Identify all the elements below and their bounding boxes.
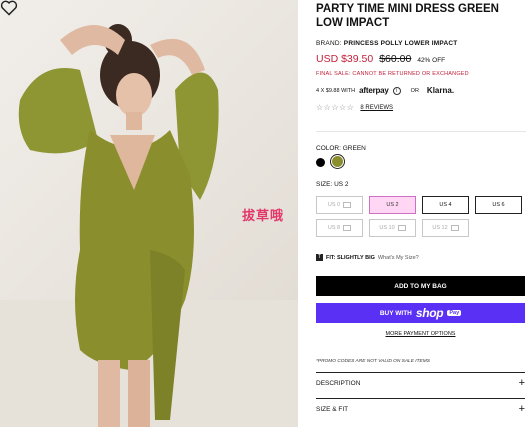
- size-label: SIZE: US 2: [316, 181, 349, 188]
- final-sale-notice: FINAL SALE: CANNOT BE RETURNED OR EXCHAN…: [316, 71, 469, 77]
- size-us-6[interactable]: US 6: [475, 196, 522, 214]
- product-image[interactable]: 拔草哦: [0, 0, 298, 427]
- klarna-logo[interactable]: Klarna.: [427, 86, 454, 95]
- size-us-2[interactable]: US 2: [369, 196, 416, 214]
- fit-info: T FIT: SLIGHTLY BIG What's My Size?: [316, 254, 419, 261]
- size-us-4[interactable]: US 4: [422, 196, 469, 214]
- product-title: PARTY TIME MINI DRESS GREEN LOW IMPACT: [316, 3, 499, 29]
- or-text: OR: [410, 87, 419, 94]
- size-us-8[interactable]: US 8: [316, 219, 363, 237]
- color-label-text: COLOR:: [316, 145, 341, 152]
- pay-badge: Pay: [447, 310, 462, 316]
- brand-label: BRAND:: [316, 40, 342, 47]
- shop-logo: shop: [415, 306, 444, 320]
- size-us-10[interactable]: US 10: [369, 219, 416, 237]
- size-option-label: US 12: [432, 225, 448, 231]
- plus-icon: +: [518, 376, 525, 389]
- original-price: $60.00: [379, 53, 412, 65]
- size-option-label: US 4: [439, 202, 452, 208]
- reviews-link[interactable]: 8 REVIEWS: [360, 105, 393, 111]
- accordion-label: SIZE & FIT: [316, 405, 349, 413]
- brand-link[interactable]: PRINCESS POLLY LOWER IMPACT: [344, 40, 458, 47]
- accordion-label: DESCRIPTION: [316, 379, 361, 387]
- buy-with-text: BUY WITH: [379, 309, 412, 317]
- promo-note: *PROMO CODES ARE NOT VALID ON SALE ITEMS: [316, 359, 430, 364]
- accordion-description[interactable]: DESCRIPTION +: [316, 372, 525, 393]
- discount-badge: 42% OFF: [417, 57, 446, 64]
- size-value: US 2: [334, 181, 349, 188]
- more-payment-options-link[interactable]: MORE PAYMENT OPTIONS: [316, 331, 525, 337]
- color-label: COLOR: GREEN: [316, 145, 366, 152]
- installment-options: 4 X $9.88 WITH afterpay i OR Klarna.: [316, 86, 526, 95]
- swatch-black[interactable]: [316, 158, 325, 167]
- mail-icon: [397, 225, 406, 231]
- product-info: PARTY TIME MINI DRESS GREEN LOW IMPACT B…: [316, 0, 526, 112]
- mail-icon: [343, 202, 352, 208]
- size-option-label: US 6: [492, 202, 505, 208]
- color-value: GREEN: [342, 145, 366, 152]
- sale-price: USD $39.50: [316, 53, 374, 65]
- accordion-size-fit[interactable]: SIZE & FIT +: [316, 398, 525, 419]
- whats-my-size-link[interactable]: What's My Size?: [378, 255, 419, 261]
- brand-line: BRAND: PRINCESS POLLY LOWER IMPACT: [316, 40, 526, 47]
- reviews-row: ☆☆☆☆☆ 8 REVIEWS: [316, 103, 526, 112]
- mail-icon: [343, 225, 352, 231]
- fit-icon: T: [316, 254, 323, 261]
- fit-label: FIT: SLIGHTLY BIG: [326, 254, 375, 261]
- mail-icon: [450, 225, 459, 231]
- divider: [316, 131, 526, 132]
- star-rating-icon: ☆☆☆☆☆: [316, 103, 355, 112]
- watermark-text: 拔草哦: [242, 208, 285, 223]
- size-option-label: US 8: [327, 225, 341, 231]
- add-to-bag-button[interactable]: ADD TO MY BAG: [316, 276, 525, 296]
- heart-icon[interactable]: [0, 0, 18, 16]
- afterpay-logo[interactable]: afterpay: [359, 86, 389, 95]
- size-us-0[interactable]: US 0: [316, 196, 363, 214]
- shop-pay-button[interactable]: BUY WITH shop Pay: [316, 303, 525, 323]
- price-row: USD $39.50 $60.00 42% OFF: [316, 53, 526, 65]
- size-label-text: SIZE:: [316, 181, 333, 188]
- plus-icon: +: [518, 402, 525, 415]
- installment-text: 4 X $9.88 WITH: [316, 87, 356, 94]
- size-option-label: US 0: [327, 202, 341, 208]
- size-option-label: US 10: [379, 225, 395, 231]
- size-us-12[interactable]: US 12: [422, 219, 469, 237]
- info-icon[interactable]: i: [392, 86, 401, 95]
- swatch-green[interactable]: [332, 156, 343, 167]
- size-option-label: US 2: [386, 202, 399, 208]
